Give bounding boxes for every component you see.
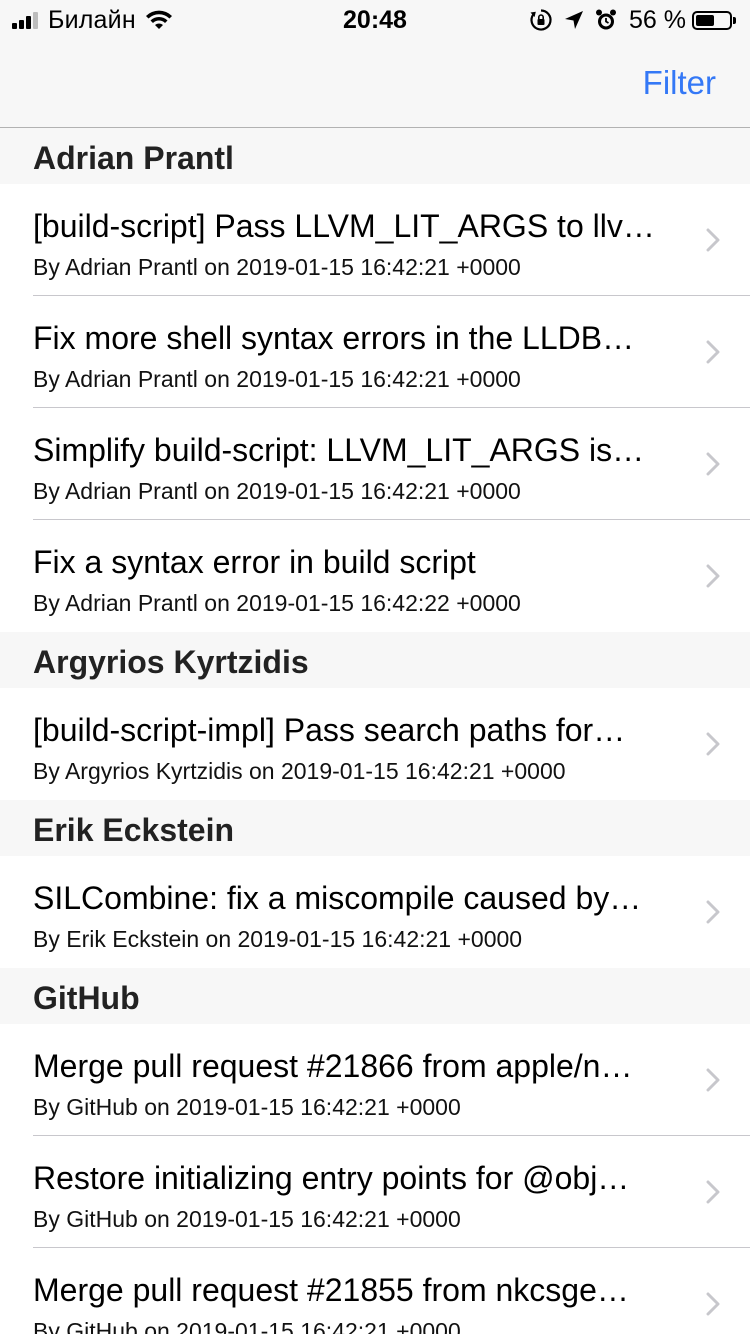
status-bar: Билайн 20:48 56 %	[0, 0, 750, 40]
alarm-icon	[596, 9, 617, 30]
commit-title: [build-script] Pass LLVM_LIT_ARGS to llv…	[33, 208, 655, 244]
status-right: 56 %	[519, 6, 736, 34]
commit-subtitle: By Erik Eckstein on 2019-01-15 16:42:21 …	[33, 926, 523, 952]
chevron-right-icon	[706, 1292, 720, 1316]
section-header: Adrian Prantl	[0, 128, 750, 184]
chevron-right-icon	[706, 452, 720, 476]
commit-row[interactable]: Simplify build-script: LLVM_LIT_ARGS is……	[0, 408, 750, 520]
commit-title: Merge pull request #21866 from apple/n…	[33, 1048, 633, 1084]
chevron-right-icon	[706, 228, 720, 252]
chevron-right-icon	[706, 732, 720, 756]
commit-row[interactable]: Fix more shell syntax errors in the LLDB…	[0, 296, 750, 408]
commit-title: Simplify build-script: LLVM_LIT_ARGS is…	[33, 432, 645, 468]
screen: Билайн 20:48 56 % Filter Adrian Prantl […	[0, 0, 750, 1334]
commit-row[interactable]: [build-script-impl] Pass search paths fo…	[0, 688, 750, 800]
navigation-bar: Filter	[0, 40, 750, 128]
commit-title: [build-script-impl] Pass search paths fo…	[33, 712, 626, 748]
section-header: Erik Eckstein	[0, 800, 750, 856]
commit-row[interactable]: Restore initializing entry points for @o…	[0, 1136, 750, 1248]
location-arrow-icon	[565, 11, 584, 29]
commit-title: Restore initializing entry points for @o…	[33, 1160, 630, 1196]
commit-row[interactable]: [build-script] Pass LLVM_LIT_ARGS to llv…	[0, 184, 750, 296]
commit-subtitle: By Adrian Prantl on 2019-01-15 16:42:21 …	[33, 478, 521, 504]
section-header: Argyrios Kyrtzidis	[0, 632, 750, 688]
section-header: GitHub	[0, 968, 750, 1024]
battery-cap	[733, 16, 736, 24]
battery-percent: 56 %	[629, 5, 686, 34]
commit-subtitle: By GitHub on 2019-01-15 16:42:21 +0000	[33, 1206, 461, 1232]
commit-title: Merge pull request #21855 from nkcsge…	[33, 1272, 629, 1308]
orientation-lock-icon	[530, 9, 552, 31]
chevron-right-icon	[706, 564, 720, 588]
commit-subtitle: By Adrian Prantl on 2019-01-15 16:42:21 …	[33, 254, 521, 280]
chevron-right-icon	[706, 1180, 720, 1204]
chevron-right-icon	[706, 1068, 720, 1092]
commit-title: Fix more shell syntax errors in the LLDB…	[33, 320, 635, 356]
chevron-right-icon	[706, 340, 720, 364]
commit-subtitle: By GitHub on 2019-01-15 16:42:21 +0000	[33, 1094, 461, 1120]
battery-fill	[696, 14, 714, 26]
chevron-right-icon	[706, 900, 720, 924]
battery-icon	[692, 10, 732, 30]
commit-row[interactable]: Merge pull request #21866 from apple/n… B…	[0, 1024, 750, 1136]
commit-row[interactable]: Merge pull request #21855 from nkcsge… By…	[0, 1248, 750, 1334]
commit-subtitle: By GitHub on 2019-01-15 16:42:21 +0000	[33, 1318, 461, 1334]
commit-list[interactable]: Adrian Prantl [build-script] Pass LLVM_LI…	[0, 128, 750, 1334]
commit-title: Fix a syntax error in build script	[33, 544, 476, 580]
commit-subtitle: By Adrian Prantl on 2019-01-15 16:42:21 …	[33, 366, 521, 392]
filter-button[interactable]: Filter	[643, 64, 716, 102]
commit-row[interactable]: Fix a syntax error in build script By Adr…	[0, 520, 750, 632]
commit-row[interactable]: SILCombine: fix a miscompile caused by… B…	[0, 856, 750, 968]
commit-subtitle: By Argyrios Kyrtzidis on 2019-01-15 16:4…	[33, 758, 566, 784]
commit-subtitle: By Adrian Prantl on 2019-01-15 16:42:22 …	[33, 590, 521, 616]
commit-title: SILCombine: fix a miscompile caused by…	[33, 880, 642, 916]
